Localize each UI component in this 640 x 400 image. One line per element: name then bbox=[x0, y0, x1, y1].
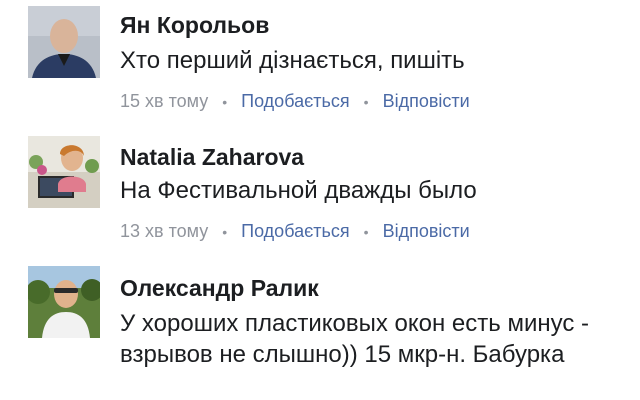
comment-time[interactable]: 15 хв тому bbox=[120, 91, 208, 112]
comment-author[interactable]: Ян Корольов bbox=[120, 12, 269, 39]
like-link[interactable]: Подобається bbox=[241, 91, 350, 112]
comment-text: Хто перший дізнається, пишіть bbox=[120, 47, 465, 74]
separator-dot: • bbox=[222, 93, 228, 110]
comment-meta: 13 хв тому • Подобається • Відповісти bbox=[120, 221, 470, 242]
avatar[interactable] bbox=[28, 6, 100, 78]
comment-text: У хороших пластиковых окон есть минус - … bbox=[120, 310, 589, 368]
comment-author[interactable]: Natalia Zaharova bbox=[120, 144, 304, 171]
like-link[interactable]: Подобається bbox=[241, 221, 350, 242]
comment-author[interactable]: Олександр Ралик bbox=[120, 275, 319, 302]
comment-text: На Фестивальной дважды было bbox=[120, 177, 477, 204]
separator-dot: • bbox=[363, 223, 369, 240]
comment-meta: 15 хв тому • Подобається • Відповісти bbox=[120, 91, 470, 112]
avatar[interactable] bbox=[28, 266, 100, 338]
separator-dot: • bbox=[222, 223, 228, 240]
avatar[interactable] bbox=[28, 136, 100, 208]
reply-link[interactable]: Відповісти bbox=[383, 221, 470, 242]
comments-feed: Ян Корольов Хто перший дізнається, пишіт… bbox=[0, 0, 640, 400]
separator-dot: • bbox=[363, 93, 369, 110]
comment-time[interactable]: 13 хв тому bbox=[120, 221, 208, 242]
reply-link[interactable]: Відповісти bbox=[383, 91, 470, 112]
